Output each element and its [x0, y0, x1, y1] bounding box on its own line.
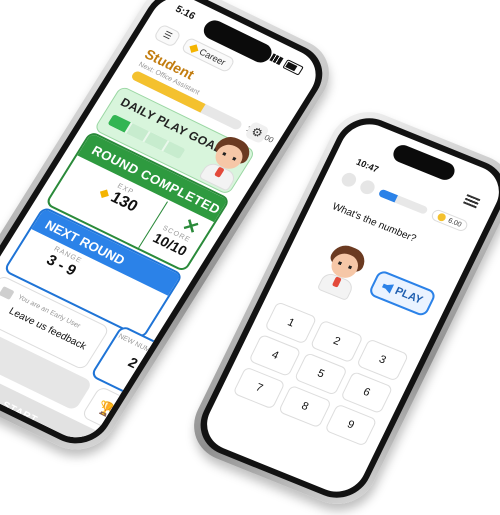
play-button[interactable]: PLAY — [367, 268, 438, 318]
round-progress-fill — [377, 188, 398, 203]
status-icons — [268, 51, 305, 77]
back-button[interactable] — [339, 170, 359, 189]
menu-icon[interactable] — [462, 194, 481, 209]
career-icon — [189, 43, 199, 53]
play-label: PLAY — [392, 285, 425, 307]
chat-icon — [0, 286, 15, 300]
number-keypad: 123456789 — [232, 301, 410, 447]
status-time: 5:16 — [173, 3, 198, 23]
character-avatar — [312, 240, 373, 302]
signal-icon — [269, 53, 284, 66]
coin-value: 6.00 — [446, 216, 463, 229]
game-top-bar: 6.00 — [338, 169, 470, 235]
gear-icon: ⚙ — [248, 124, 266, 141]
career-label: Career — [197, 46, 228, 68]
menu-button[interactable]: ☰ — [153, 23, 183, 48]
round-progress-bar — [377, 188, 429, 216]
coin-balance: 6.00 — [430, 208, 470, 233]
status-time: 10:47 — [354, 156, 381, 175]
daily-goal-segment — [162, 140, 186, 160]
exp-icon — [99, 189, 109, 198]
coin-icon — [436, 212, 448, 223]
speaker-icon — [380, 281, 394, 294]
pause-button[interactable] — [357, 178, 378, 197]
battery-icon — [282, 59, 304, 76]
